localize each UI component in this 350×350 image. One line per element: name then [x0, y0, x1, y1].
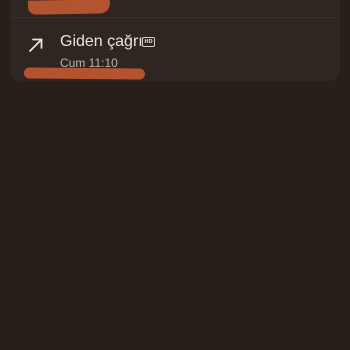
call-type-label: Giden çağrı	[60, 33, 143, 50]
redaction-mark	[23, 67, 146, 80]
hd-badge: HD	[142, 37, 155, 47]
redaction-mark	[27, 0, 111, 15]
outgoing-arrow-icon	[27, 36, 45, 54]
